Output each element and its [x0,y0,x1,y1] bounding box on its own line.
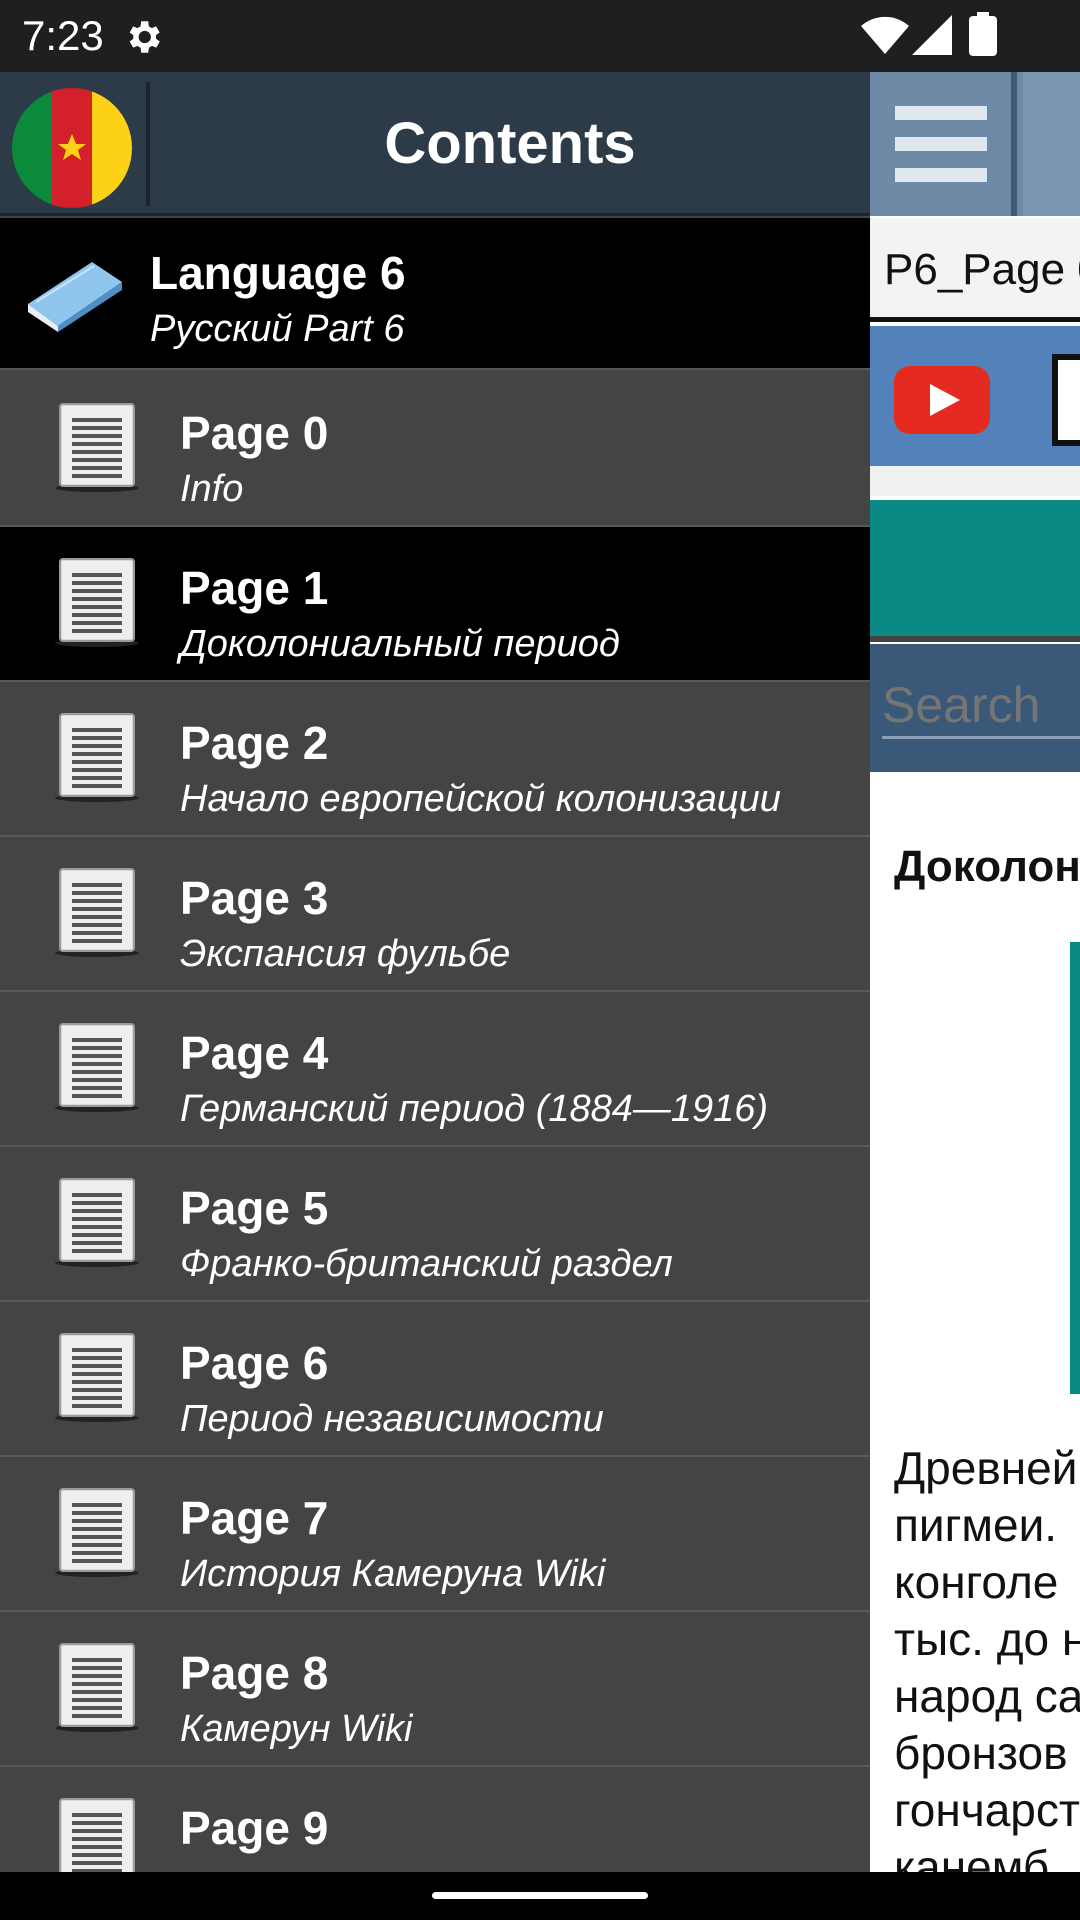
document-page-icon [55,713,139,802]
page-item-title: Page 2 [180,717,329,769]
search-input[interactable] [882,674,1080,739]
article-heading: Доколон [894,842,1080,891]
article-line: конголе [894,1556,1059,1608]
signal-icon [912,15,952,55]
page-item-subtitle: Франко-британский раздел [180,1243,673,1285]
article-line: пигмеи. [894,1499,1058,1551]
teal-banner [870,500,1080,642]
page-item-title: Page 4 [180,1027,329,1079]
background-app: P6_Page 0 Доколон Древнейпигмеи.конголет… [870,72,1080,1872]
page-item-title: Page 6 [180,1337,329,1389]
page-item[interactable]: Page 7 История Камеруна Wiki [0,1457,870,1612]
page-item-subtitle: Германский период (1884—1916) [180,1088,769,1130]
page-item[interactable]: Page 1 Доколониальный период [0,527,870,682]
document-page-icon [55,1333,139,1422]
page-item-title: Page 1 [180,562,329,614]
cameroon-flag-icon [12,88,132,208]
page-item-title: Page 8 [180,1647,329,1699]
navigation-drawer: Contents Language 6 Русский Part 6 Page … [0,72,870,1872]
gear-icon [129,21,160,53]
menu-button[interactable] [870,72,1017,216]
hamburger-icon [895,106,987,120]
wifi-icon [861,16,909,54]
page-item-subtitle: История Камеруна Wiki [180,1553,606,1595]
page-item-subtitle: Info [180,468,244,510]
page-item-title: Page 3 [180,872,329,924]
language-subtitle: Русский Part 6 [150,308,405,350]
document-page-icon [55,1488,139,1577]
page-item-title: Page 0 [180,407,329,459]
toolbar-button[interactable] [1023,72,1080,216]
app-toolbar [870,72,1080,216]
language-title: Language 6 [150,247,406,299]
page-item[interactable]: Page 8 Камерун Wiki [0,1612,870,1767]
document-page-icon [55,558,139,647]
article-line: народ са [894,1670,1080,1722]
document-page-icon [55,868,139,957]
navigation-bar [0,1872,1080,1920]
search-bar [870,644,1080,772]
page-item[interactable]: Page 0 Info [0,372,870,527]
page-item-subtitle: Камерун Wiki [180,1708,413,1750]
book-icon [28,262,122,332]
page-item-subtitle: Доколониальный период [180,623,620,665]
article-line: тыс. до н [894,1613,1080,1665]
status-time: 7:23 [22,12,104,59]
document-icon[interactable] [1052,354,1080,446]
page-item-title: Page 5 [180,1182,329,1234]
document-page-icon [55,1178,139,1267]
document-page-icon [55,1643,139,1732]
page-item[interactable]: Page 5 Франко-британский раздел [0,1147,870,1302]
page-item-subtitle: Экспансия фульбе [180,933,511,975]
page-item-title: Page 9 [180,1802,329,1854]
hamburger-icon [895,137,987,151]
drawer-header: Contents [0,72,870,216]
page-item[interactable]: Page 3 Экспансия фульбе [0,837,870,992]
article-line: бронзов [894,1727,1068,1779]
home-gesture-handle[interactable] [432,1892,648,1899]
article-line: Древней [894,1442,1078,1494]
page-item[interactable]: Page 2 Начало европейской колонизации [0,682,870,837]
language-header[interactable]: Language 6 Русский Part 6 [0,218,870,370]
article-body: Древней пигмеи. конголе тыс. до н народ са бр… [894,1440,1080,1872]
youtube-icon[interactable] [894,366,990,434]
page-item-subtitle: Начало европейской колонизации [180,778,781,820]
page-item[interactable]: Page 6 Период независимости [0,1302,870,1457]
page-item[interactable]: Page 4 Германский период (1884—1916) [0,992,870,1147]
media-bar [870,326,1080,466]
page-item[interactable]: Page 9 [0,1767,870,1872]
status-bar: 7:23 [0,0,1080,72]
document-page-icon [55,1023,139,1112]
hamburger-icon [895,168,987,182]
current-page-label: P6_Page 0 [870,218,1080,322]
spacer [870,466,1080,496]
document-page-icon [59,1798,135,1872]
document-page-icon [55,403,139,492]
page-item-title: Page 7 [180,1492,329,1544]
article-line: канемб [894,1841,1050,1872]
page-item-subtitle: Период независимости [180,1398,604,1440]
battery-icon [969,12,997,56]
drawer-title: Contents [384,111,636,176]
article-line: гончарст [894,1784,1080,1836]
article-image [1070,942,1080,1394]
